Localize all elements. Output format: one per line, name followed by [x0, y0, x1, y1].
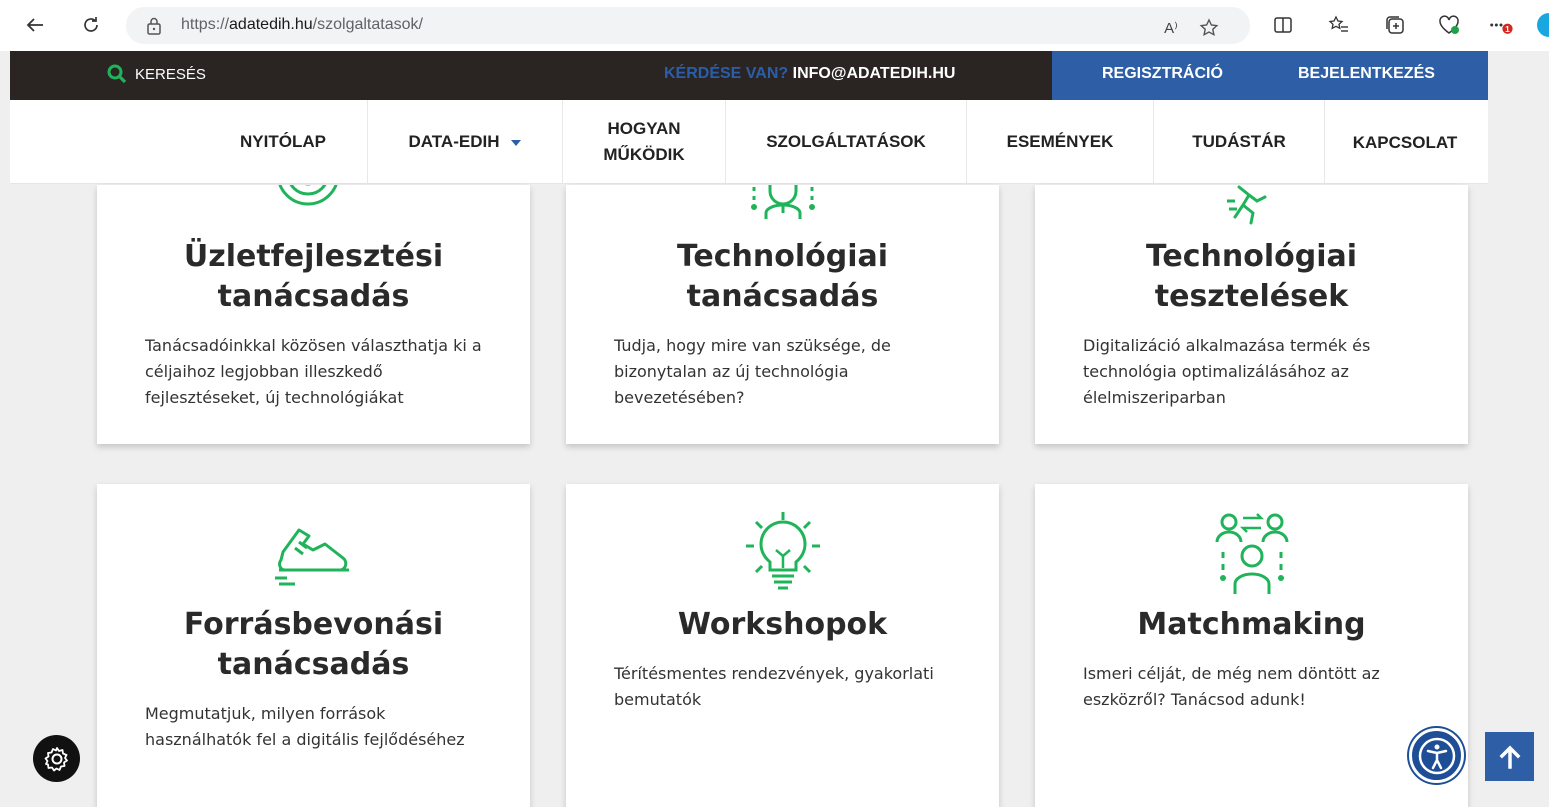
service-card-workshops[interactable]: Workshopok Térítésmentes rendezvények, g…	[566, 484, 999, 807]
nav-item-knowledge-base[interactable]: TUDÁSTÁR	[1154, 100, 1324, 184]
more-options-icon[interactable]: 1	[1488, 12, 1514, 38]
search-link[interactable]: KERESÉS	[107, 64, 206, 84]
card-description: Ismeri célját, de még nem döntött az esz…	[1083, 664, 1380, 709]
split-screen-icon[interactable]	[1270, 12, 1296, 38]
browser-toolbar: https://adatedih.hu/szolgaltatasok/ A⁾ 1	[0, 0, 1549, 51]
lock-icon	[146, 17, 162, 39]
favorites-list-icon[interactable]	[1326, 12, 1352, 38]
card-title: Matchmaking	[1137, 607, 1366, 642]
login-link[interactable]: BEJELENTKEZÉS	[1298, 65, 1435, 83]
service-card-business-development[interactable]: Üzletfejlesztési tanácsadás Tanácsadóinkk…	[97, 185, 530, 444]
card-description: Térítésmentes rendezvények, gyakorlati b…	[614, 664, 934, 709]
scroll-to-top-button[interactable]	[1485, 732, 1534, 781]
cookie-settings-button[interactable]	[33, 735, 80, 782]
collections-icon[interactable]	[1382, 12, 1408, 38]
register-link[interactable]: REGISZTRÁCIÓ	[1102, 65, 1223, 83]
card-description: Megmutatjuk, milyen források használható…	[145, 704, 465, 749]
sneaker-icon	[275, 528, 349, 586]
card-title: Üzletfejlesztési tanácsadás	[183, 239, 444, 314]
url-text: https://adatedih.hu/szolgaltatasok/	[181, 16, 423, 33]
contact-email-link[interactable]: INFO@ADATEDIH.HU	[793, 65, 956, 82]
browser-essentials-icon[interactable]	[1436, 12, 1462, 38]
service-card-tech-consulting[interactable]: Technológiai tanácsadás Tudja, hogy mire …	[566, 185, 999, 444]
auth-area: REGISZTRÁCIÓ BEJELENTKEZÉS	[1052, 51, 1488, 100]
address-bar[interactable]: https://adatedih.hu/szolgaltatasok/ A⁾	[126, 7, 1250, 44]
gear-icon	[44, 746, 68, 771]
nav-item-events[interactable]: ESEMÉNYEK	[967, 100, 1153, 184]
lightbulb-icon	[746, 512, 820, 590]
service-card-tech-testing[interactable]: Technológiai tesztelések Digitalizáció al…	[1035, 185, 1468, 444]
nav-item-how-it-works[interactable]: HOGYAN MŰKÖDIK	[563, 100, 725, 184]
card-title: Forrásbevonási tanácsadás	[183, 607, 444, 682]
contact-question: KÉRDÉSE VAN? INFO@ADATEDIH.HU	[664, 65, 955, 83]
edge-copilot-icon[interactable]	[1537, 13, 1549, 37]
read-aloud-icon[interactable]: A⁾	[1160, 17, 1182, 39]
card-title: Technológiai tanácsadás	[676, 239, 889, 314]
back-arrow-icon[interactable]	[20, 10, 50, 40]
target-icon	[278, 185, 338, 206]
refresh-icon[interactable]	[76, 10, 106, 40]
nav-item-home[interactable]: NYITÓLAP	[200, 100, 366, 184]
arrow-up-icon	[1499, 745, 1520, 769]
card-title: Technológiai tesztelések	[1145, 239, 1358, 314]
card-title: Workshopok	[677, 607, 888, 642]
card-description: Digitalizáció alkalmazása termék és tech…	[1083, 336, 1371, 407]
search-icon	[107, 64, 127, 84]
running-person-icon	[1227, 185, 1267, 225]
card-description: Tudja, hogy mire van szüksége, de bizony…	[614, 336, 891, 407]
search-label: KERESÉS	[135, 65, 206, 83]
main-nav: NYITÓLAP DATA-EDIH HOGYAN MŰKÖDIK SZOLGÁL…	[10, 100, 1488, 184]
dropdown-caret-icon	[511, 140, 522, 146]
card-description: Tanácsadóinkkal közösen választhatja ki …	[145, 336, 482, 407]
nav-item-data-edih[interactable]: DATA-EDIH	[368, 100, 562, 184]
nav-item-services[interactable]: SZOLGÁLTATÁSOK	[726, 100, 966, 184]
consultant-icon	[751, 185, 815, 219]
people-exchange-icon	[1215, 513, 1289, 594]
svg-text:1: 1	[1505, 24, 1510, 34]
question-label: KÉRDÉSE VAN?	[664, 65, 789, 82]
nav-item-contact[interactable]: KAPCSOLAT	[1325, 100, 1485, 184]
accessibility-button[interactable]	[1409, 728, 1464, 783]
service-card-funding[interactable]: Forrásbevonási tanácsadás Megmutatjuk, mi…	[97, 484, 530, 807]
accessibility-icon	[1418, 737, 1455, 774]
site-topbar: KERESÉS KÉRDÉSE VAN? INFO@ADATEDIH.HU RE…	[10, 51, 1488, 100]
favorite-star-icon[interactable]	[1198, 17, 1220, 39]
service-card-matchmaking[interactable]: Matchmaking Ismeri célját, de még nem dö…	[1035, 484, 1468, 807]
